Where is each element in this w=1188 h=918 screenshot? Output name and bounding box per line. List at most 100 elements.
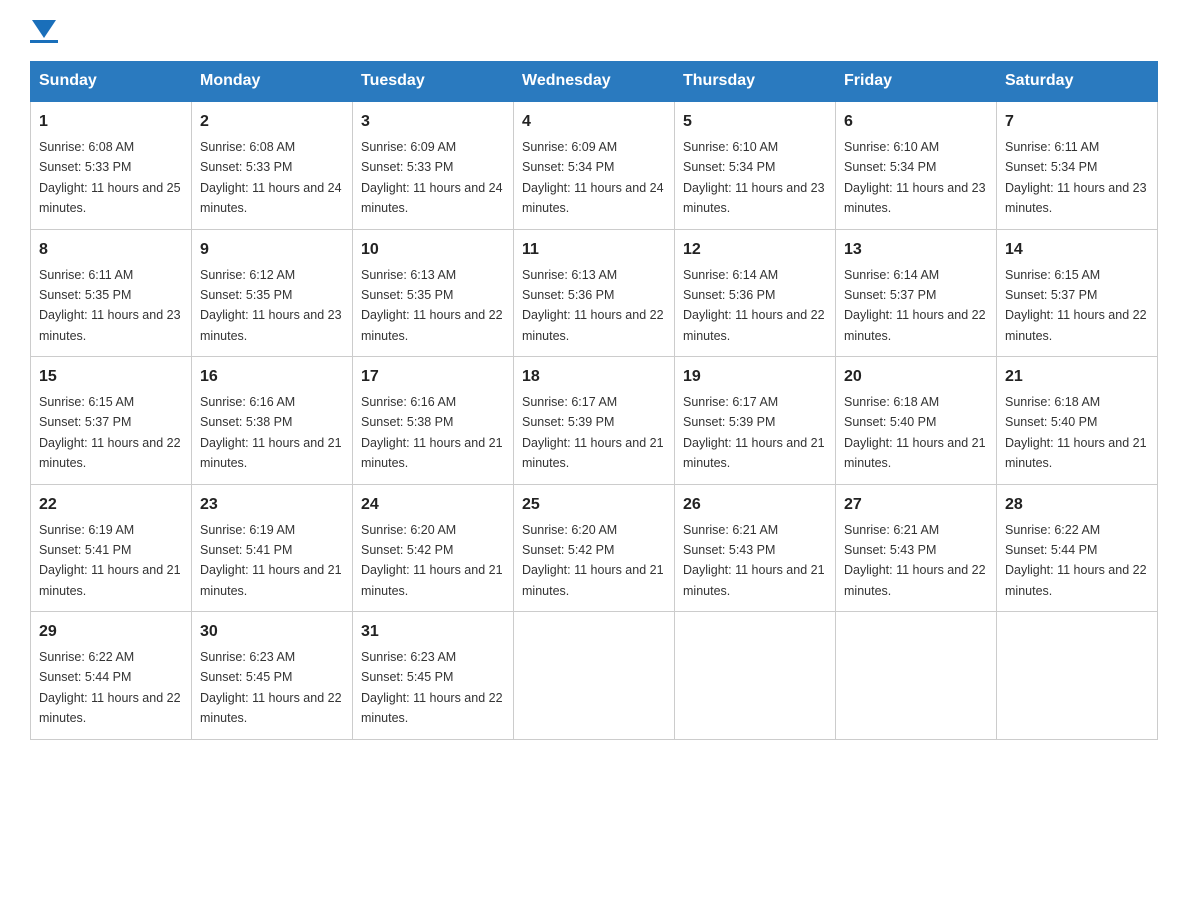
calendar-week-row: 8 Sunrise: 6:11 AMSunset: 5:35 PMDayligh… xyxy=(31,229,1158,357)
day-number: 27 xyxy=(844,493,988,517)
calendar-cell: 5 Sunrise: 6:10 AMSunset: 5:34 PMDayligh… xyxy=(675,101,836,229)
day-number: 13 xyxy=(844,238,988,262)
calendar-cell: 17 Sunrise: 6:16 AMSunset: 5:38 PMDaylig… xyxy=(353,357,514,485)
calendar-cell: 20 Sunrise: 6:18 AMSunset: 5:40 PMDaylig… xyxy=(836,357,997,485)
day-number: 25 xyxy=(522,493,666,517)
calendar-week-row: 29 Sunrise: 6:22 AMSunset: 5:44 PMDaylig… xyxy=(31,612,1158,740)
calendar-cell: 23 Sunrise: 6:19 AMSunset: 5:41 PMDaylig… xyxy=(192,484,353,612)
col-header-tuesday: Tuesday xyxy=(353,62,514,102)
page-header xyxy=(30,20,1158,43)
calendar-week-row: 15 Sunrise: 6:15 AMSunset: 5:37 PMDaylig… xyxy=(31,357,1158,485)
day-number: 2 xyxy=(200,110,344,134)
day-number: 6 xyxy=(844,110,988,134)
day-info: Sunrise: 6:15 AMSunset: 5:37 PMDaylight:… xyxy=(39,395,181,470)
day-number: 15 xyxy=(39,365,183,389)
col-header-wednesday: Wednesday xyxy=(514,62,675,102)
calendar-cell: 21 Sunrise: 6:18 AMSunset: 5:40 PMDaylig… xyxy=(997,357,1158,485)
calendar-table: SundayMondayTuesdayWednesdayThursdayFrid… xyxy=(30,61,1158,740)
calendar-cell: 22 Sunrise: 6:19 AMSunset: 5:41 PMDaylig… xyxy=(31,484,192,612)
col-header-sunday: Sunday xyxy=(31,62,192,102)
day-info: Sunrise: 6:08 AMSunset: 5:33 PMDaylight:… xyxy=(39,140,181,215)
col-header-friday: Friday xyxy=(836,62,997,102)
day-info: Sunrise: 6:10 AMSunset: 5:34 PMDaylight:… xyxy=(844,140,986,215)
day-number: 7 xyxy=(1005,110,1149,134)
day-info: Sunrise: 6:11 AMSunset: 5:34 PMDaylight:… xyxy=(1005,140,1147,215)
day-number: 4 xyxy=(522,110,666,134)
day-info: Sunrise: 6:11 AMSunset: 5:35 PMDaylight:… xyxy=(39,268,181,343)
logo xyxy=(30,20,58,43)
day-number: 1 xyxy=(39,110,183,134)
day-number: 3 xyxy=(361,110,505,134)
day-info: Sunrise: 6:21 AMSunset: 5:43 PMDaylight:… xyxy=(844,523,986,598)
calendar-cell: 6 Sunrise: 6:10 AMSunset: 5:34 PMDayligh… xyxy=(836,101,997,229)
day-info: Sunrise: 6:13 AMSunset: 5:35 PMDaylight:… xyxy=(361,268,503,343)
day-number: 12 xyxy=(683,238,827,262)
calendar-week-row: 1 Sunrise: 6:08 AMSunset: 5:33 PMDayligh… xyxy=(31,101,1158,229)
calendar-cell xyxy=(997,612,1158,740)
day-info: Sunrise: 6:18 AMSunset: 5:40 PMDaylight:… xyxy=(1005,395,1147,470)
col-header-monday: Monday xyxy=(192,62,353,102)
day-info: Sunrise: 6:14 AMSunset: 5:36 PMDaylight:… xyxy=(683,268,825,343)
calendar-cell: 16 Sunrise: 6:16 AMSunset: 5:38 PMDaylig… xyxy=(192,357,353,485)
calendar-cell: 9 Sunrise: 6:12 AMSunset: 5:35 PMDayligh… xyxy=(192,229,353,357)
day-info: Sunrise: 6:14 AMSunset: 5:37 PMDaylight:… xyxy=(844,268,986,343)
day-number: 28 xyxy=(1005,493,1149,517)
calendar-cell: 25 Sunrise: 6:20 AMSunset: 5:42 PMDaylig… xyxy=(514,484,675,612)
day-info: Sunrise: 6:20 AMSunset: 5:42 PMDaylight:… xyxy=(361,523,503,598)
col-header-saturday: Saturday xyxy=(997,62,1158,102)
col-header-thursday: Thursday xyxy=(675,62,836,102)
day-info: Sunrise: 6:16 AMSunset: 5:38 PMDaylight:… xyxy=(361,395,503,470)
logo-triangle-icon xyxy=(32,20,56,38)
day-info: Sunrise: 6:19 AMSunset: 5:41 PMDaylight:… xyxy=(200,523,342,598)
day-info: Sunrise: 6:10 AMSunset: 5:34 PMDaylight:… xyxy=(683,140,825,215)
calendar-cell: 24 Sunrise: 6:20 AMSunset: 5:42 PMDaylig… xyxy=(353,484,514,612)
day-info: Sunrise: 6:22 AMSunset: 5:44 PMDaylight:… xyxy=(39,650,181,725)
day-info: Sunrise: 6:21 AMSunset: 5:43 PMDaylight:… xyxy=(683,523,825,598)
calendar-cell: 30 Sunrise: 6:23 AMSunset: 5:45 PMDaylig… xyxy=(192,612,353,740)
calendar-cell: 27 Sunrise: 6:21 AMSunset: 5:43 PMDaylig… xyxy=(836,484,997,612)
day-number: 18 xyxy=(522,365,666,389)
calendar-cell: 31 Sunrise: 6:23 AMSunset: 5:45 PMDaylig… xyxy=(353,612,514,740)
calendar-cell: 4 Sunrise: 6:09 AMSunset: 5:34 PMDayligh… xyxy=(514,101,675,229)
calendar-week-row: 22 Sunrise: 6:19 AMSunset: 5:41 PMDaylig… xyxy=(31,484,1158,612)
day-info: Sunrise: 6:23 AMSunset: 5:45 PMDaylight:… xyxy=(361,650,503,725)
day-number: 23 xyxy=(200,493,344,517)
calendar-cell: 29 Sunrise: 6:22 AMSunset: 5:44 PMDaylig… xyxy=(31,612,192,740)
calendar-cell: 26 Sunrise: 6:21 AMSunset: 5:43 PMDaylig… xyxy=(675,484,836,612)
calendar-cell xyxy=(514,612,675,740)
calendar-cell: 10 Sunrise: 6:13 AMSunset: 5:35 PMDaylig… xyxy=(353,229,514,357)
day-info: Sunrise: 6:17 AMSunset: 5:39 PMDaylight:… xyxy=(522,395,664,470)
day-number: 24 xyxy=(361,493,505,517)
day-info: Sunrise: 6:20 AMSunset: 5:42 PMDaylight:… xyxy=(522,523,664,598)
calendar-cell: 3 Sunrise: 6:09 AMSunset: 5:33 PMDayligh… xyxy=(353,101,514,229)
calendar-cell: 1 Sunrise: 6:08 AMSunset: 5:33 PMDayligh… xyxy=(31,101,192,229)
calendar-cell: 15 Sunrise: 6:15 AMSunset: 5:37 PMDaylig… xyxy=(31,357,192,485)
day-number: 21 xyxy=(1005,365,1149,389)
day-number: 14 xyxy=(1005,238,1149,262)
calendar-cell: 2 Sunrise: 6:08 AMSunset: 5:33 PMDayligh… xyxy=(192,101,353,229)
day-info: Sunrise: 6:13 AMSunset: 5:36 PMDaylight:… xyxy=(522,268,664,343)
day-info: Sunrise: 6:16 AMSunset: 5:38 PMDaylight:… xyxy=(200,395,342,470)
logo-underline xyxy=(30,40,58,43)
calendar-cell xyxy=(675,612,836,740)
day-info: Sunrise: 6:17 AMSunset: 5:39 PMDaylight:… xyxy=(683,395,825,470)
day-number: 20 xyxy=(844,365,988,389)
calendar-cell xyxy=(836,612,997,740)
day-number: 16 xyxy=(200,365,344,389)
day-info: Sunrise: 6:08 AMSunset: 5:33 PMDaylight:… xyxy=(200,140,342,215)
day-number: 22 xyxy=(39,493,183,517)
calendar-cell: 8 Sunrise: 6:11 AMSunset: 5:35 PMDayligh… xyxy=(31,229,192,357)
calendar-cell: 18 Sunrise: 6:17 AMSunset: 5:39 PMDaylig… xyxy=(514,357,675,485)
calendar-cell: 12 Sunrise: 6:14 AMSunset: 5:36 PMDaylig… xyxy=(675,229,836,357)
day-info: Sunrise: 6:19 AMSunset: 5:41 PMDaylight:… xyxy=(39,523,181,598)
day-number: 30 xyxy=(200,620,344,644)
day-number: 5 xyxy=(683,110,827,134)
day-info: Sunrise: 6:09 AMSunset: 5:33 PMDaylight:… xyxy=(361,140,503,215)
day-number: 9 xyxy=(200,238,344,262)
day-number: 19 xyxy=(683,365,827,389)
day-number: 31 xyxy=(361,620,505,644)
calendar-cell: 7 Sunrise: 6:11 AMSunset: 5:34 PMDayligh… xyxy=(997,101,1158,229)
calendar-cell: 13 Sunrise: 6:14 AMSunset: 5:37 PMDaylig… xyxy=(836,229,997,357)
day-info: Sunrise: 6:22 AMSunset: 5:44 PMDaylight:… xyxy=(1005,523,1147,598)
day-number: 8 xyxy=(39,238,183,262)
